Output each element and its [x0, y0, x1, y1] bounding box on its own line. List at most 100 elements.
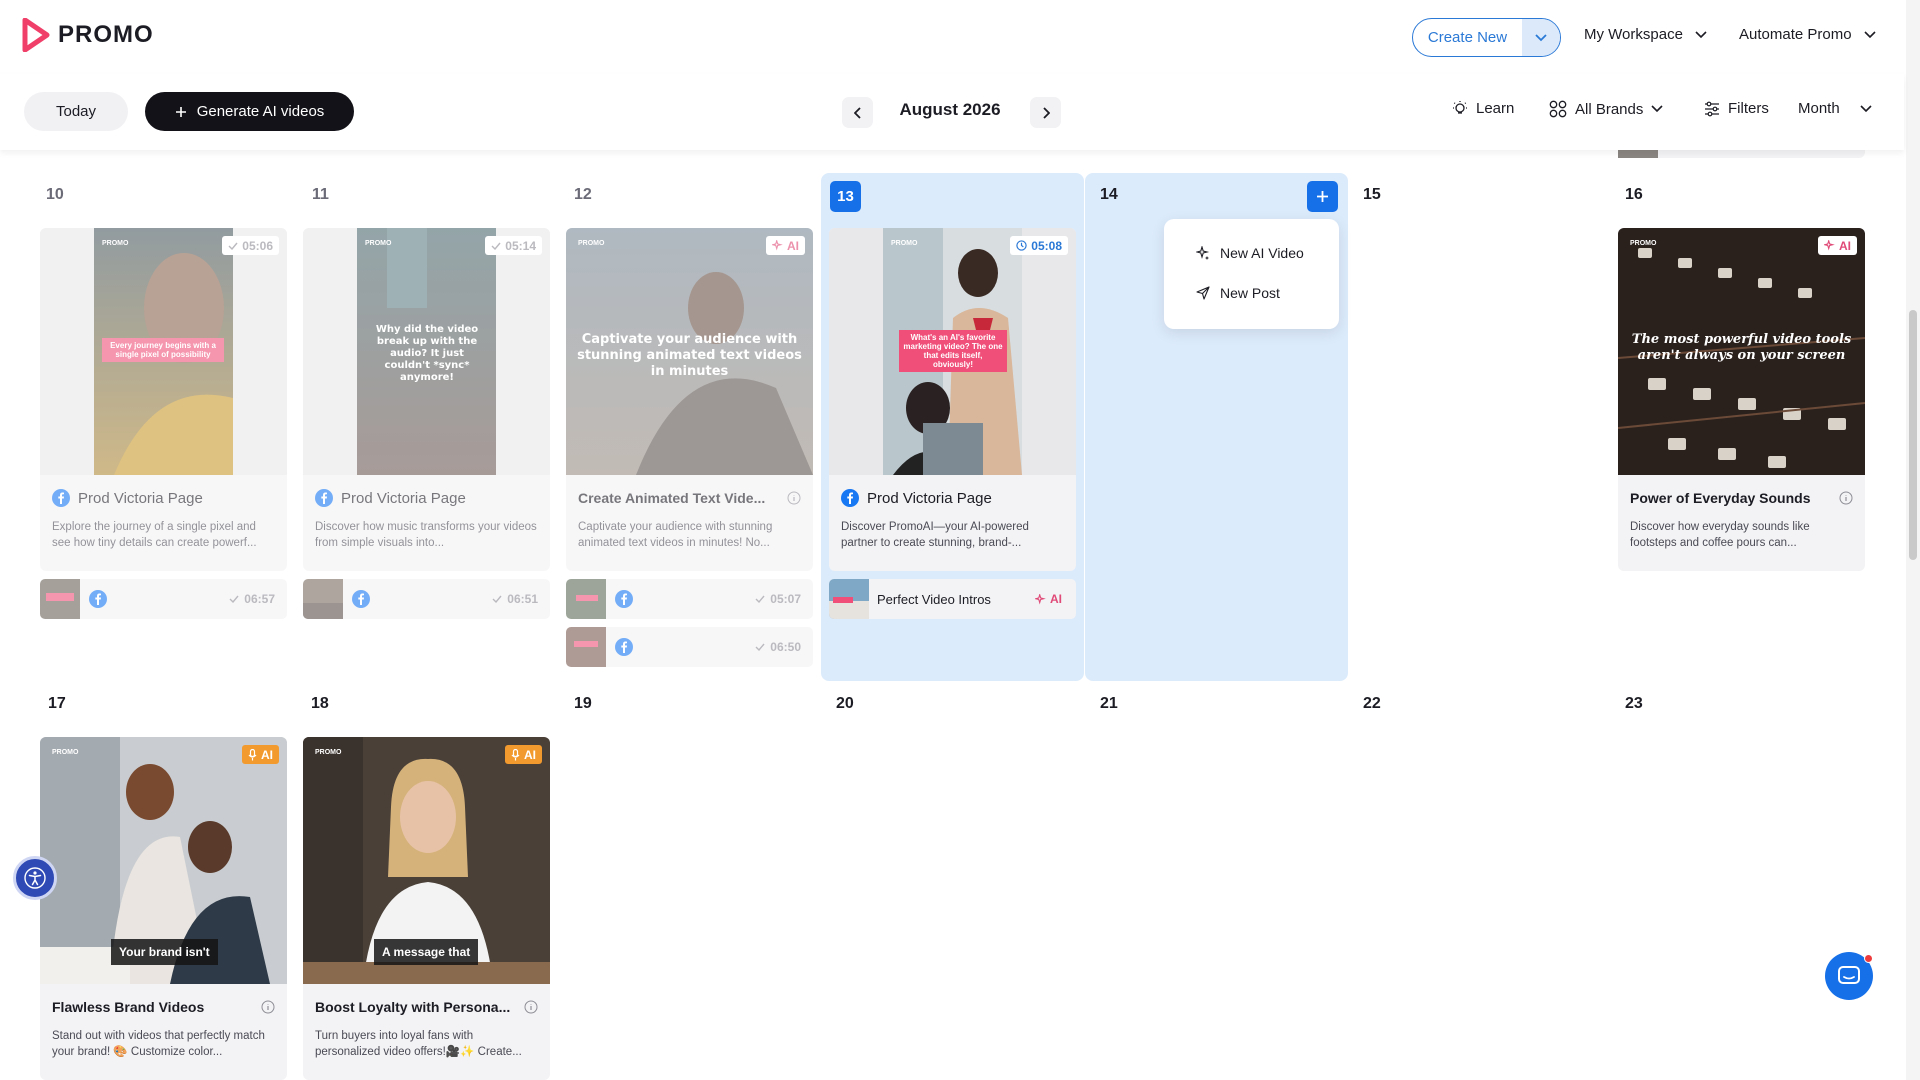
scheduled-post-row[interactable]: 06:50: [566, 627, 813, 667]
video-overlay-text: Your brand isn't: [111, 939, 218, 965]
video-overlay-text: Captivate your audience with stunning an…: [577, 332, 802, 379]
scheduled-time-tag: 05:08: [1010, 236, 1068, 255]
calendar-toolbar: Today Generate AI videos August 2026 Lea…: [0, 74, 1904, 150]
post-card-title: Boost Loyalty with Persona...: [315, 994, 538, 1020]
add-to-day-button[interactable]: [1307, 181, 1338, 212]
day-number-12: 12: [574, 186, 592, 203]
published-time-tag: 05:06: [222, 236, 279, 255]
post-card-day-16[interactable]: PROMO The most powerful video tools aren…: [1618, 228, 1865, 571]
ai-tag: AI: [1035, 592, 1062, 606]
scheduled-post-row[interactable]: 06:51: [303, 579, 550, 619]
chat-icon: [1838, 966, 1860, 984]
post-card-description: Discover how everyday sounds like footst…: [1630, 521, 1810, 549]
page-scrollbar-thumb[interactable]: [1909, 310, 1917, 560]
post-card-title: Prod Victoria Page: [841, 485, 1064, 511]
video-overlay-text: Every journey begins with a single pixel…: [102, 338, 224, 362]
post-card-description: Captivate your audience with stunning an…: [578, 521, 773, 549]
facebook-icon: [352, 590, 370, 608]
previous-month-button[interactable]: [842, 97, 873, 128]
new-ai-video-label: New AI Video: [1220, 245, 1304, 261]
calendar-page: PROMO Create New My Workspace Automate P…: [0, 0, 1920, 1080]
view-mode-dropdown[interactable]: Month: [1798, 100, 1872, 117]
workspace-label: My Workspace: [1584, 26, 1683, 43]
post-card-description: Discover PromoAI—your AI-powered partner…: [841, 521, 1029, 549]
learn-button[interactable]: Learn: [1452, 100, 1514, 117]
promo-logo[interactable]: PROMO: [22, 18, 154, 52]
day-number-15: 15: [1363, 186, 1381, 203]
scheduled-post-row[interactable]: 05:07: [566, 579, 813, 619]
post-card-day-10[interactable]: PROMO Every journey begins with a single…: [40, 228, 287, 571]
chevron-right-icon: [1042, 106, 1050, 119]
post-card-body: Boost Loyalty with Persona... Turn buyer…: [303, 984, 550, 1080]
facebook-icon: [89, 590, 107, 608]
post-card-day-17[interactable]: PROMO Your brand isn't AI Flawless Brand…: [40, 737, 287, 1080]
new-content-popup: New AI Video New Post: [1164, 219, 1339, 329]
post-card-description: Explore the journey of a single pixel an…: [52, 521, 257, 549]
post-card-description: Discover how music transforms your video…: [315, 521, 537, 549]
current-month-label: August 2026: [899, 100, 1001, 119]
promo-logo-icon: [22, 18, 50, 52]
day-number-19: 19: [574, 695, 592, 712]
ai-tag: AI: [1818, 236, 1857, 255]
info-icon[interactable]: [1839, 491, 1853, 505]
info-icon[interactable]: [261, 1000, 275, 1014]
generate-label: Generate AI videos: [196, 103, 325, 120]
create-new-button[interactable]: Create New: [1412, 18, 1561, 57]
info-icon[interactable]: [787, 491, 801, 505]
post-card-title: Flawless Brand Videos: [52, 994, 275, 1020]
new-post-menu-item[interactable]: New Post: [1164, 273, 1339, 313]
post-card-day-13[interactable]: PROMO What's an AI's favorite marketing …: [829, 228, 1076, 571]
all-brands-dropdown[interactable]: All Brands: [1549, 100, 1663, 118]
accessibility-icon: [24, 867, 46, 889]
ai-voice-tag: AI: [505, 745, 542, 764]
post-thumbnail: PROMO Captivate your audience with stunn…: [566, 228, 813, 475]
mini-thumbnail: [566, 627, 606, 667]
info-icon[interactable]: [524, 1000, 538, 1014]
post-card-day-11[interactable]: PROMO Why did the video break up with th…: [303, 228, 550, 571]
day-number-17: 17: [48, 695, 66, 712]
chevron-down-icon: [1535, 33, 1547, 41]
filters-button[interactable]: Filters: [1704, 100, 1769, 117]
scheduled-time: 06:51: [492, 592, 538, 606]
check-icon: [755, 643, 765, 651]
generate-ai-videos-button[interactable]: Generate AI videos: [145, 92, 354, 131]
accessibility-button[interactable]: [13, 856, 57, 900]
day-number-13-today: 13: [830, 181, 861, 212]
workspace-menu[interactable]: My Workspace: [1584, 26, 1707, 43]
published-time-tag: 05:14: [485, 236, 542, 255]
learn-label: Learn: [1476, 100, 1515, 117]
post-thumbnail: PROMO Your brand isn't AI: [40, 737, 287, 984]
day-number-14: 14: [1100, 186, 1118, 203]
ai-video-row[interactable]: Perfect Video Intros AI: [829, 579, 1076, 619]
scheduled-post-row[interactable]: 06:57: [40, 579, 287, 619]
brand-watermark: PROMO: [578, 240, 605, 247]
post-thumbnail: PROMO What's an AI's favorite marketing …: [829, 228, 1076, 475]
sparkle-icon: [1196, 246, 1210, 260]
create-new-dropdown[interactable]: [1522, 19, 1560, 56]
logo-text: PROMO: [58, 21, 154, 48]
facebook-icon: [52, 489, 70, 507]
today-button[interactable]: Today: [24, 92, 128, 131]
post-thumbnail: PROMO Every journey begins with a single…: [40, 228, 287, 475]
mini-thumbnail: [566, 579, 606, 619]
microphone-icon: [248, 748, 257, 760]
next-month-button[interactable]: [1030, 97, 1061, 128]
post-card-day-12[interactable]: PROMO Captivate your audience with stunn…: [566, 228, 813, 571]
check-icon: [492, 595, 502, 603]
facebook-icon: [841, 489, 859, 507]
mini-thumbnail: [40, 579, 80, 619]
brand-watermark: PROMO: [365, 240, 392, 247]
post-thumbnail: PROMO A message that AI: [303, 737, 550, 984]
check-icon: [228, 242, 238, 250]
create-new-label: Create New: [1427, 29, 1508, 46]
check-icon: [229, 595, 239, 603]
automate-promo-menu[interactable]: Automate Promo: [1739, 26, 1876, 43]
send-icon: [1196, 286, 1210, 300]
post-card-body: Flawless Brand Videos Stand out with vid…: [40, 984, 287, 1080]
post-card-description: Turn buyers into loyal fans with persona…: [315, 1030, 522, 1058]
chevron-down-icon: [1651, 105, 1663, 113]
new-ai-video-menu-item[interactable]: New AI Video: [1164, 233, 1339, 273]
post-card-day-18[interactable]: PROMO A message that AI Boost Loyalty wi…: [303, 737, 550, 1080]
new-post-label: New Post: [1220, 285, 1280, 301]
day-number-16: 16: [1625, 186, 1643, 203]
